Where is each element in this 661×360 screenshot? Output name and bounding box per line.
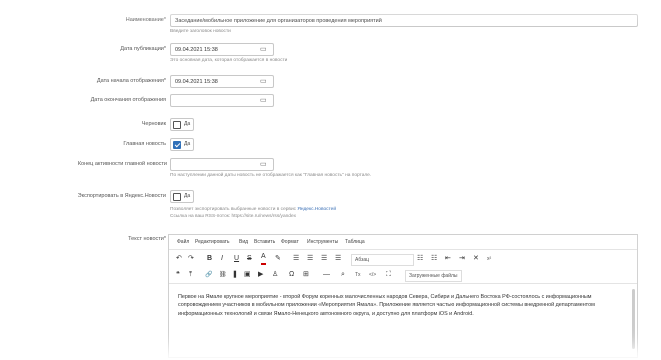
title-label: Наименование* (125, 17, 166, 23)
table-icon[interactable]: ⊞ (303, 267, 309, 283)
align-right-icon[interactable]: ☰ (321, 251, 327, 267)
editor-toolbar-row-1: ↶ ↷ B I U S A ✎ ☰ ☰ ☰ ☰ Абзац ☷ ☷ ⇤ ⇥ ✕ … (169, 251, 637, 267)
text-label: Текст новости* (128, 236, 166, 242)
checkbox-box (173, 193, 181, 201)
clear-format-icon[interactable]: Tx (355, 267, 361, 283)
calendar-icon[interactable]: ▭ (260, 94, 267, 107)
media-icon[interactable]: ▶ (258, 267, 263, 283)
uploaded-files-button[interactable]: Загруженные файлы (405, 270, 462, 282)
link-icon[interactable]: 🔗 (205, 267, 212, 283)
calendar-icon[interactable]: ▭ (260, 75, 267, 88)
menu-tools[interactable]: Инструменты (307, 235, 338, 249)
display-end-label: Дата окончания отображения (90, 97, 166, 103)
font-color-icon[interactable]: A (261, 251, 266, 265)
rich-text-editor[interactable]: Файл Редактировать Вид Вставить Формат И… (168, 234, 638, 358)
menu-edit[interactable]: Редактировать (195, 235, 230, 249)
outdent-icon[interactable]: ⇤ (445, 251, 451, 267)
display-start-input[interactable]: 09.04.2021 15:38 (170, 75, 274, 88)
italic-icon[interactable]: I (221, 251, 223, 267)
editor-menubar: Файл Редактировать Вид Вставить Формат И… (169, 235, 637, 250)
align-left-icon[interactable]: ☰ (293, 251, 299, 267)
highlight-icon[interactable]: ✎ (275, 251, 281, 267)
title-hint: Введите заголовок новости (170, 29, 231, 34)
special-char-icon[interactable]: Ω (289, 267, 294, 283)
undo-icon[interactable]: ↶ (176, 251, 182, 267)
calendar-icon[interactable]: ▭ (260, 43, 267, 56)
editor-content-text: Первое на Ямале крупное мероприятие - вт… (178, 294, 595, 317)
person-icon[interactable]: ♙ (272, 267, 278, 283)
superscript-icon[interactable]: x² (487, 251, 491, 267)
yandex-checkbox[interactable]: Да (170, 190, 194, 203)
main-news-label: Главная новость (123, 141, 166, 147)
main-news-check-label: Да (184, 141, 191, 147)
menu-view[interactable]: Вид (239, 235, 248, 249)
redo-icon[interactable]: ↷ (188, 251, 194, 267)
search-icon[interactable]: ⌕ (341, 267, 345, 283)
yandex-hint-1: Позволяет экспортировать выбранные новос… (170, 207, 336, 212)
editor-toolbar-row-2: ❝ ⤒ 🔗 ⛓ ❚ ▣ ▶ ♙ Ω ⊞ — ⌕ Tx </> ⛶ Загруже… (169, 267, 637, 283)
yandex-hint-text: Позволяет экспортировать выбранные новос… (170, 207, 298, 212)
blockquote-icon[interactable]: ❝ (176, 267, 180, 283)
yandex-news-link[interactable]: Яндекс.Новостей (297, 207, 336, 212)
menu-insert[interactable]: Вставить (254, 235, 275, 249)
pubdate-input[interactable]: 09.04.2021 15:38 (170, 43, 274, 56)
indent-icon[interactable]: ⇥ (459, 251, 465, 267)
draft-checkbox[interactable]: Да (170, 118, 194, 131)
bold-icon[interactable]: B (207, 251, 212, 267)
unlink-icon[interactable]: ⛓ (219, 267, 227, 283)
editor-content-area[interactable]: Первое на Ямале крупное мероприятие - вт… (169, 283, 637, 360)
draft-label: Черновик (141, 121, 166, 127)
draft-check-label: Да (184, 121, 191, 127)
pubdate-label: Дата публикации* (120, 46, 166, 52)
image-icon[interactable]: ▣ (244, 267, 251, 283)
upload-icon[interactable]: ⤒ (189, 267, 192, 283)
fullscreen-icon[interactable]: ⛶ (386, 267, 391, 283)
strikethrough-icon[interactable]: S (247, 251, 252, 267)
checkbox-box (173, 121, 181, 129)
yandex-hint-2: Ссылка на ваш RSS-поток: https://site.ru… (170, 214, 297, 219)
main-news-end-label: Конец активности главной новости (77, 161, 167, 167)
main-news-end-input[interactable] (170, 158, 274, 171)
pubdate-hint: Это основная дата, которая отображается … (170, 58, 288, 63)
display-end-input[interactable] (170, 94, 274, 107)
display-start-label: Дата начала отображения* (96, 78, 166, 84)
yandex-check-label: Да (184, 193, 191, 199)
checkbox-checked-icon (173, 141, 181, 149)
underline-icon[interactable]: U (234, 251, 239, 267)
align-justify-icon[interactable]: ☰ (335, 251, 341, 267)
menu-format[interactable]: Формат (281, 235, 299, 249)
title-input[interactable]: Заседание/мобильное приложение для орган… (170, 14, 638, 27)
yandex-label: Экспортировать в Яндекс.Новости (77, 193, 166, 199)
horizontal-rule-icon[interactable]: — (323, 267, 330, 283)
numbered-list-icon[interactable]: ☷ (431, 251, 437, 267)
calendar-icon[interactable]: ▭ (260, 158, 267, 171)
editor-scrollbar[interactable] (632, 289, 635, 349)
main-news-end-hint: По наступлении данной даты новость не от… (170, 173, 372, 178)
bullet-list-icon[interactable]: ☷ (417, 251, 423, 267)
align-center-icon[interactable]: ☰ (307, 251, 313, 267)
main-news-checkbox[interactable]: Да (170, 138, 194, 151)
menu-table[interactable]: Таблица (345, 235, 365, 249)
format-select[interactable]: Абзац (351, 254, 414, 266)
bookmark-icon[interactable]: ❚ (232, 267, 238, 283)
menu-file[interactable]: Файл (177, 235, 189, 249)
clear-icon[interactable]: ✕ (473, 251, 479, 267)
code-icon[interactable]: </> (369, 267, 376, 283)
